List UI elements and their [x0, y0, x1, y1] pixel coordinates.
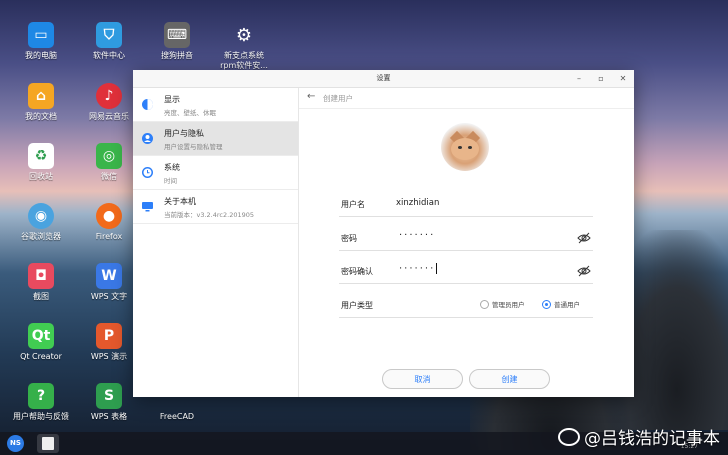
taskbar-app-settings[interactable]	[37, 434, 59, 453]
desktop-icon-software-center[interactable]: ⛉ 软件中心	[74, 22, 144, 61]
sidebar-item-display[interactable]: 显示 亮度、壁纸、休眠	[133, 88, 298, 122]
store-icon: ⛉	[96, 22, 122, 48]
radio-circle	[480, 299, 489, 309]
trash-icon: ♻	[28, 143, 54, 169]
confirm-password-label: 密码确认	[341, 267, 373, 276]
desktop-icon-recycle-bin[interactable]: ♻ 回收站	[6, 143, 76, 182]
create-button[interactable]: 创建	[469, 369, 550, 389]
sidebar-item-system[interactable]: 系统 时间	[133, 156, 298, 190]
minimize-button[interactable]: –	[568, 70, 590, 87]
wechat-icon: ◎	[96, 143, 122, 169]
hide-password-icon[interactable]	[577, 232, 591, 244]
settings-window[interactable]: 设置 – ▫ ✕ 显示 亮度、壁纸、休眠 用户与隐私 用户设置与隐私管理 系统 …	[133, 70, 634, 397]
maximize-button[interactable]: ▫	[590, 70, 612, 87]
password-row: 密码 ·······	[339, 226, 593, 251]
settings-content: ← 创建用户 用户名 xinzhidian 密码 ······· 密码确认 ··…	[299, 88, 634, 397]
wps-presentation-icon: P	[96, 323, 122, 349]
weibo-icon	[558, 427, 580, 446]
cancel-button[interactable]: 取消	[382, 369, 463, 389]
settings-sidebar: 显示 亮度、壁纸、休眠 用户与隐私 用户设置与隐私管理 系统 时间 关于本机 当…	[133, 88, 299, 397]
desktop-icon-my-computer[interactable]: ▭ 我的电脑	[6, 22, 76, 61]
password-label: 密码	[341, 234, 357, 243]
breadcrumb: ← 创建用户	[299, 88, 634, 109]
text-cursor	[436, 263, 438, 274]
desktop-icon-screenshot[interactable]: ◘ 截图	[6, 263, 76, 302]
window-titlebar[interactable]: 设置 – ▫ ✕	[133, 70, 634, 88]
breadcrumb-title: 创建用户	[323, 94, 353, 103]
back-arrow-icon[interactable]: ←	[307, 91, 315, 102]
desktop-icon-qt-creator[interactable]: Qt Qt Creator	[6, 323, 76, 362]
username-label: 用户名	[341, 200, 365, 209]
wps-writer-icon: W	[96, 263, 122, 289]
confirm-password-row: 密码确认 ·······	[339, 259, 593, 284]
radio-normal-user[interactable]: 普通用户	[542, 299, 580, 309]
password-input[interactable]: ·······	[399, 230, 435, 241]
window-title: 设置	[376, 74, 391, 82]
username-row: 用户名 xinzhidian	[339, 192, 593, 217]
qt-icon: Qt	[28, 323, 54, 349]
clock-icon	[142, 167, 153, 178]
user-type-label: 用户类型	[341, 301, 373, 310]
radio-circle-selected	[542, 299, 551, 309]
user-avatar[interactable]	[441, 123, 489, 171]
wps-spreadsheet-icon: S	[96, 383, 122, 409]
screenshot-icon: ◘	[28, 263, 54, 289]
start-menu-button[interactable]: NS	[7, 435, 24, 452]
computer-icon: ▭	[28, 22, 54, 48]
desktop-icon-help-feedback[interactable]: ? 用户帮助与反馈	[6, 383, 76, 422]
monitor-icon	[142, 202, 153, 212]
keyboard-icon: ⌨	[164, 22, 190, 48]
display-icon	[142, 99, 153, 110]
desktop-icon-chrome[interactable]: ◉ 谷歌浏览器	[6, 203, 76, 242]
user-icon	[142, 133, 153, 144]
firefox-icon: ●	[96, 203, 122, 229]
sidebar-item-users-privacy[interactable]: 用户与隐私 用户设置与隐私管理	[133, 122, 298, 156]
radio-admin-user[interactable]: 管理员用户	[480, 299, 525, 309]
username-input[interactable]: xinzhidian	[396, 198, 439, 208]
user-type-row: 用户类型 管理员用户 普通用户	[339, 293, 593, 318]
desktop-background: ▭ 我的电脑 ⌂ 我的文档 ♻ 回收站 ◉ 谷歌浏览器 ◘ 截图 Qt Qt C…	[0, 0, 728, 455]
folder-icon: ⌂	[28, 83, 54, 109]
sidebar-item-about[interactable]: 关于本机 当前版本：v3.2.4rc2.201905	[133, 190, 298, 224]
close-button[interactable]: ✕	[612, 70, 634, 87]
app-window-icon	[42, 437, 54, 450]
desktop-icon-rpm-installer[interactable]: ⚙ 新支点系统 rpm软件安...	[209, 22, 279, 71]
desktop-icon-sogou-pinyin[interactable]: ⌨ 搜狗拼音	[142, 22, 212, 61]
confirm-password-input[interactable]: ·······	[399, 263, 438, 275]
watermark: @吕钱浩的记事本	[558, 424, 720, 449]
hide-password-icon[interactable]	[577, 265, 591, 277]
help-icon: ?	[28, 383, 54, 409]
gear-icon: ⚙	[235, 24, 253, 46]
music-icon: ♪	[96, 83, 122, 109]
desktop-icon-my-documents[interactable]: ⌂ 我的文档	[6, 83, 76, 122]
chrome-icon: ◉	[28, 203, 54, 229]
